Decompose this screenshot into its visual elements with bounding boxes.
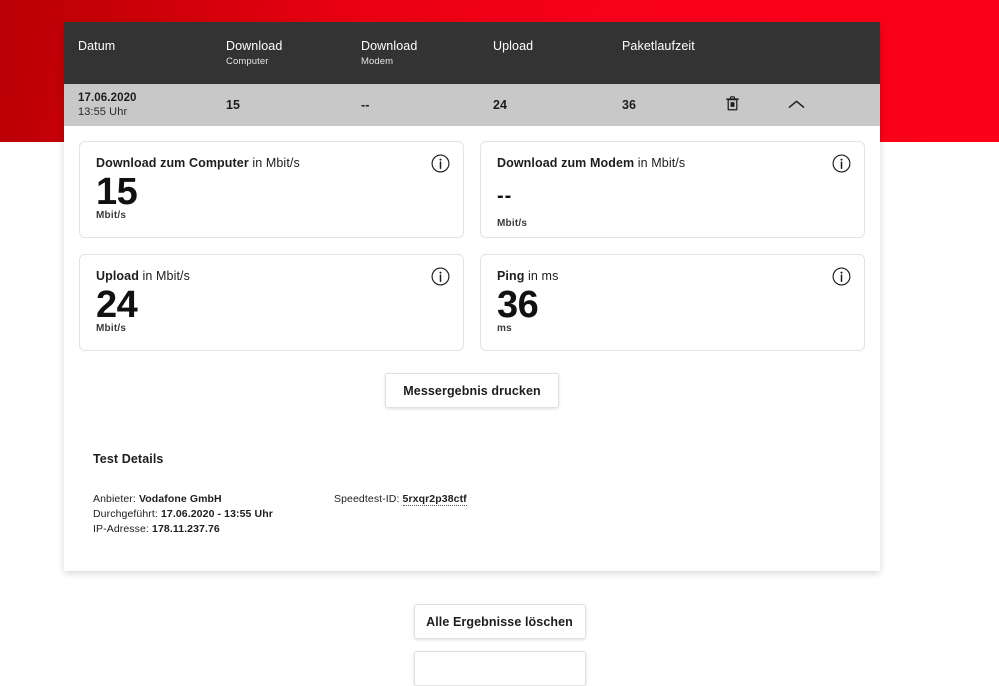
- column-header-download-computer-sub: Computer: [226, 56, 269, 67]
- results-panel: Datum Download Computer Download Modem U…: [64, 22, 880, 571]
- metric-card-grid: Download zum Computer in Mbit/s 15 Mbit/…: [79, 141, 865, 351]
- row-download-computer: 15: [226, 98, 241, 112]
- metric-unit-download-modem: Mbit/s: [497, 218, 528, 229]
- chevron-up-icon: [788, 98, 805, 113]
- speedtest-id-value[interactable]: 5rxqr2p38ctf: [402, 493, 467, 506]
- metric-unit-upload: Mbit/s: [96, 323, 127, 334]
- column-header-download-modem-label: Download: [361, 39, 418, 53]
- column-header-download-computer: Download Computer: [226, 37, 361, 69]
- column-header-download-modem-sub: Modem: [361, 56, 394, 67]
- performed-label: Durchgeführt:: [93, 508, 158, 520]
- row-delete-cell: [726, 96, 788, 114]
- info-icon-ping[interactable]: [832, 267, 851, 286]
- test-details-performed: Durchgeführt: 17.06.2020 - 13:55 Uhr: [93, 507, 334, 522]
- test-details-ip: IP-Adresse: 178.11.237.76: [93, 522, 334, 537]
- test-details-title: Test Details: [93, 452, 164, 466]
- performed-value: 17.06.2020 - 13:55 Uhr: [160, 508, 273, 520]
- collapse-row-button[interactable]: [788, 98, 805, 113]
- info-icon-download-computer[interactable]: [431, 154, 450, 173]
- clear-all-results-button[interactable]: Alle Ergebnisse löschen: [413, 604, 586, 639]
- result-detail-body: Download zum Computer in Mbit/s 15 Mbit/…: [64, 126, 880, 571]
- row-ping: 36: [622, 98, 637, 112]
- metric-unit-ping: ms: [497, 323, 512, 334]
- metric-title-rest: in Mbit/s: [634, 156, 686, 170]
- metric-value-download-computer: 15: [96, 171, 138, 213]
- metric-title-rest: in Mbit/s: [248, 156, 300, 170]
- trash-icon: [726, 96, 739, 114]
- column-header-ping-label: Paketlaufzeit: [622, 39, 695, 53]
- row-upload: 24: [493, 98, 508, 112]
- metric-title-strong: Download zum Modem: [497, 156, 635, 170]
- delete-result-button[interactable]: [726, 96, 739, 114]
- table-row[interactable]: 17.06.2020 13:55 Uhr 15 -- 24 36: [64, 84, 880, 126]
- metric-value-ping: 36: [497, 284, 539, 326]
- print-result-button[interactable]: Messergebnis drucken: [385, 373, 559, 408]
- metric-unit-download-computer: Mbit/s: [96, 210, 127, 221]
- print-button-row: Messergebnis drucken: [79, 373, 865, 408]
- row-time: 13:55 Uhr: [78, 106, 128, 118]
- row-date-cell: 17.06.2020 13:55 Uhr: [64, 91, 226, 119]
- metric-title-ping: Ping in ms: [497, 269, 848, 283]
- provider-label: Anbieter:: [93, 493, 136, 505]
- metric-title-upload: Upload in Mbit/s: [96, 269, 447, 283]
- test-details-left-column: Anbieter: Vodafone GmbH Durchgeführt: 17…: [93, 492, 334, 537]
- column-header-upload-label: Upload: [493, 39, 534, 53]
- metric-title-download-computer: Download zum Computer in Mbit/s: [96, 156, 447, 170]
- row-date: 17.06.2020: [78, 92, 137, 104]
- row-expand-cell: [788, 98, 848, 113]
- metric-value-upload: 24: [96, 284, 138, 326]
- metric-title-strong: Upload: [96, 269, 139, 283]
- test-details-section: Test Details Anbieter: Vodafone GmbH Dur…: [79, 452, 865, 571]
- test-details-columns: Anbieter: Vodafone GmbH Durchgeführt: 17…: [93, 492, 865, 571]
- column-header-date-label: Datum: [78, 39, 116, 53]
- ip-label: IP-Adresse:: [93, 523, 149, 535]
- column-header-download-modem: Download Modem: [361, 37, 493, 69]
- info-icon-upload[interactable]: [431, 267, 450, 286]
- ip-value: 178.11.237.76: [152, 523, 220, 535]
- metric-card-ping: Ping in ms 36 ms: [480, 254, 865, 351]
- metric-card-download-modem: Download zum Modem in Mbit/s -- Mbit/s: [480, 141, 865, 238]
- column-header-ping: Paketlaufzeit: [622, 37, 726, 55]
- info-icon-download-modem[interactable]: [832, 154, 851, 173]
- metric-value-download-modem: --: [497, 185, 513, 207]
- test-details-right-column: Speedtest-ID: 5rxqr2p38ctf: [334, 492, 865, 537]
- column-header-date: Datum: [64, 37, 226, 55]
- bottom-actions: Alle Ergebnisse löschen: [0, 604, 999, 686]
- test-details-speedtest-id: Speedtest-ID: 5rxqr2p38ctf: [334, 492, 865, 507]
- results-table-header: Datum Download Computer Download Modem U…: [64, 22, 880, 84]
- metric-card-upload: Upload in Mbit/s 24 Mbit/s: [79, 254, 464, 351]
- metric-title-strong: Download zum Computer: [96, 156, 249, 170]
- metric-title-strong: Ping: [497, 269, 525, 283]
- test-details-provider: Anbieter: Vodafone GmbH: [93, 492, 334, 507]
- metric-title-rest: in ms: [524, 269, 559, 283]
- metric-title-download-modem: Download zum Modem in Mbit/s: [497, 156, 848, 170]
- row-download-modem: --: [361, 98, 370, 112]
- provider-value: Vodafone GmbH: [138, 493, 222, 505]
- speedtest-id-label: Speedtest-ID:: [334, 493, 400, 505]
- column-header-download-computer-label: Download: [226, 39, 283, 53]
- metric-title-rest: in Mbit/s: [138, 269, 190, 283]
- secondary-action-button[interactable]: [413, 651, 586, 686]
- column-header-upload: Upload: [493, 37, 622, 55]
- metric-card-download-computer: Download zum Computer in Mbit/s 15 Mbit/…: [79, 141, 464, 238]
